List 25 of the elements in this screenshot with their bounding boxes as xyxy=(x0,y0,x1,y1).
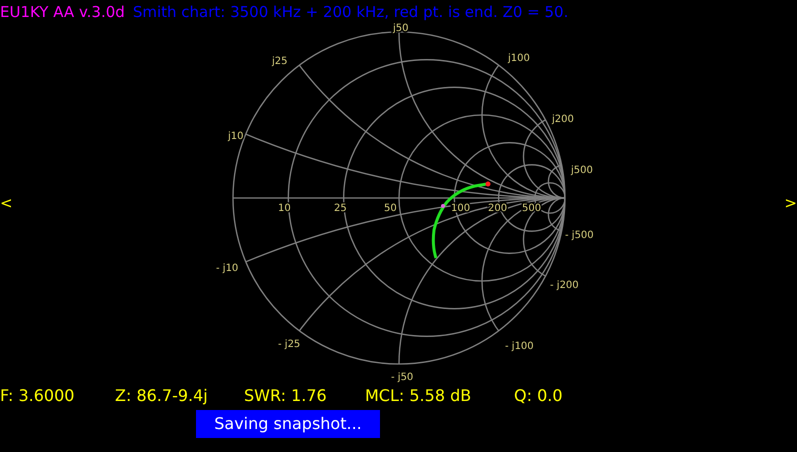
axis-label: - j10 xyxy=(216,263,238,274)
next-button[interactable]: > xyxy=(777,192,797,214)
axis-label: j200 xyxy=(552,114,574,125)
axis-label: - j25 xyxy=(278,339,300,350)
marker-point xyxy=(441,204,445,208)
app-title: EU1KY AA v.3.0d xyxy=(0,4,125,20)
measurement-reading: Q: 0.0 xyxy=(514,388,563,404)
axis-label: j10 xyxy=(228,131,244,142)
axis-label: - j200 xyxy=(550,280,579,291)
chart-description: Smith chart: 3500 kHz + 200 kHz, red pt. is end. Z0 = 50. xyxy=(132,4,568,20)
measurement-reading: F: 3.6000 xyxy=(0,388,74,404)
axis-label: - j500 xyxy=(565,230,594,241)
axis-label: - j50 xyxy=(391,372,414,383)
end-point-marker xyxy=(486,182,490,186)
status-banner: Saving snapshot... xyxy=(196,410,380,438)
previous-button[interactable]: < xyxy=(0,192,20,214)
measurement-reading: MCL: 5.58 dB xyxy=(365,388,472,404)
measurement-reading: SWR: 1.76 xyxy=(244,388,327,404)
axis-label: j500 xyxy=(571,165,593,176)
axis-label: - j100 xyxy=(505,341,534,352)
axis-label: 50 xyxy=(384,203,397,214)
measurement-reading: Z: 86.7-9.4j xyxy=(115,388,208,404)
axis-label: j100 xyxy=(508,53,530,64)
axis-label: j50 xyxy=(393,23,409,34)
axis-label: j25 xyxy=(272,56,288,67)
